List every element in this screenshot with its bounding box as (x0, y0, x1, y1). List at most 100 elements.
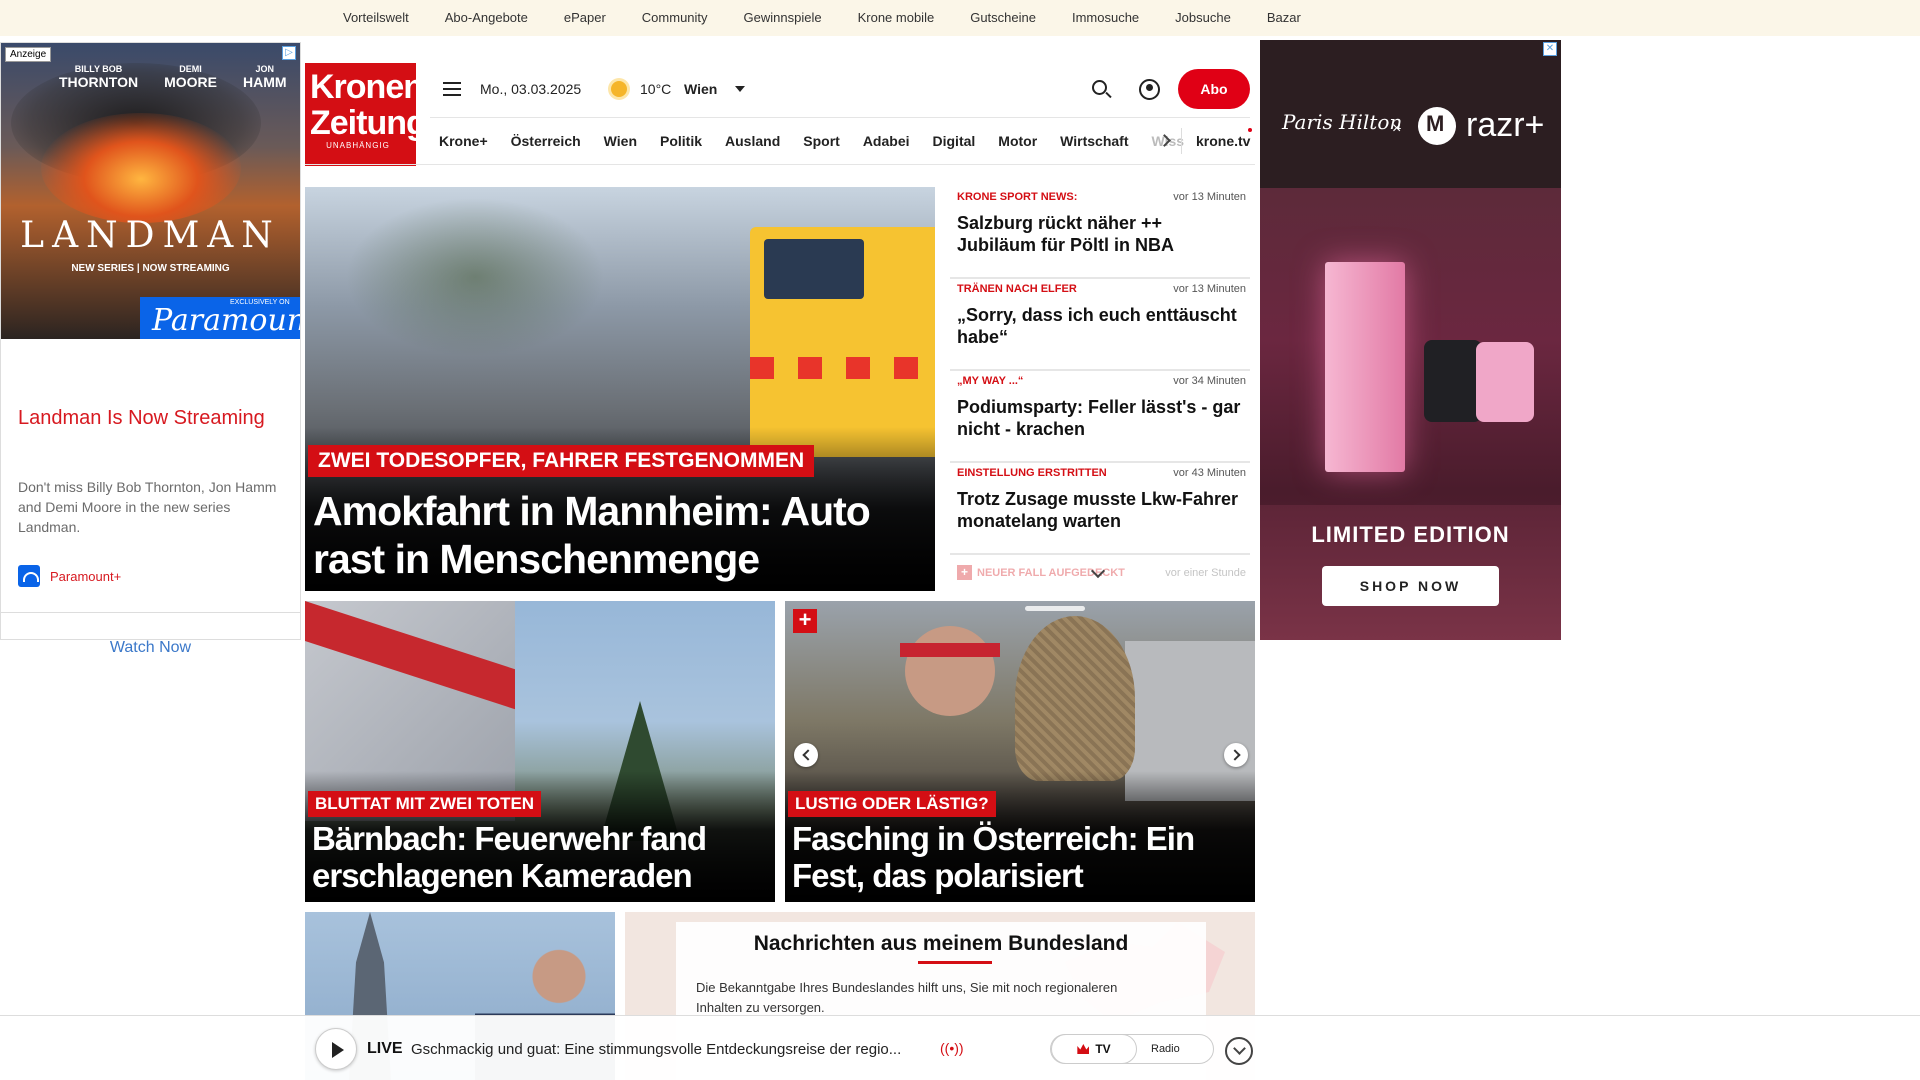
news-item[interactable]: TRÄNEN NACH ELFER vor 13 Minuten „Sorry,… (950, 279, 1250, 371)
card-kicker: LUSTIG ODER LÄSTIG? (788, 791, 996, 817)
news-item[interactable]: „MY WAY ...“ vor 34 Minuten Podiumsparty… (950, 371, 1250, 463)
menu-icon[interactable] (443, 82, 461, 96)
play-button[interactable] (315, 1028, 357, 1070)
service-link-abo-angebote[interactable]: Abo-Angebote (445, 10, 528, 25)
abo-button[interactable]: Abo (1178, 69, 1250, 109)
left-ad[interactable]: Anzeige ▷ BILLY BOB THORNTON DEMI MOORE JO… (0, 42, 301, 656)
story-headline[interactable]: Amokfahrt in Mannheim: Auto rast in Mens… (313, 487, 923, 583)
service-link-gewinnspiele[interactable]: Gewinnspiele (744, 10, 822, 25)
live-label: LIVE (367, 1040, 403, 1057)
bundesland-title: Nachrichten aus meinem Bundesland (753, 932, 1129, 955)
news-title[interactable]: „Sorry, dass ich euch enttäuscht habe“ (957, 304, 1242, 348)
broadcast-icon: ((•)) (940, 1040, 964, 1056)
weather-city[interactable]: Wien (684, 81, 717, 97)
razr-logo: razr+ (1418, 106, 1544, 145)
live-title[interactable]: Gschmackig und guat: Eine stimmungsvolle… (411, 1041, 931, 1058)
news-category: TRÄNEN NACH ELFER (957, 283, 1077, 295)
teaser-card[interactable]: + LUSTIG ODER LÄSTIG? Fasching in Österr… (785, 601, 1255, 902)
slider-prev-button[interactable] (794, 743, 818, 767)
service-link-immosuche[interactable]: Immosuche (1072, 10, 1139, 25)
paramount-badge: EXCLUSIVELY ONParamount+ (140, 297, 300, 339)
service-link-bazar[interactable]: Bazar (1267, 10, 1301, 25)
radio-toggle-option[interactable]: Radio (1151, 1035, 1180, 1063)
card-headline[interactable]: Fasching in Österreich: Ein Fest, das po… (792, 820, 1247, 894)
nav-divider (305, 164, 1255, 165)
live-player-bar: LIVE Gschmackig und guat: Eine stimmungs… (0, 1015, 1920, 1080)
expand-player-icon[interactable] (1225, 1037, 1253, 1065)
news-time: vor 43 Minuten (1173, 467, 1246, 479)
ad-brand[interactable]: Paramount+ (18, 565, 121, 587)
news-title[interactable]: Trotz Zusage musste Lkw-Fahrer monatelan… (957, 488, 1242, 532)
nav-item-sport[interactable]: Sport (803, 133, 840, 149)
krone-plus-icon: + (793, 609, 817, 633)
news-time: vor einer Stunde (1165, 567, 1246, 579)
cast-member: BILLY BOB THORNTON (59, 64, 139, 90)
teaser-card[interactable]: BLUTTAT MIT ZWEI TOTEN Bärnbach: Feuerwe… (305, 601, 775, 902)
news-category: KRONE SPORT NEWS: (957, 191, 1078, 203)
news-time: vor 13 Minuten (1173, 191, 1246, 203)
tv-radio-toggle[interactable]: TV Radio (1050, 1034, 1214, 1064)
service-link-epaper[interactable]: ePaper (564, 10, 606, 25)
header-divider (430, 117, 1250, 118)
nav-item-oesterreich[interactable]: Österreich (511, 133, 581, 149)
paramount-logo-icon (18, 565, 40, 587)
nav-item-politik[interactable]: Politik (660, 133, 702, 149)
nav-item-wirtschaft[interactable]: Wirtschaft (1060, 133, 1128, 149)
product-box-image (1325, 262, 1405, 472)
ad-description: Don't miss Billy Bob Thornton, Jon Hamm … (18, 479, 277, 535)
chevron-down-icon[interactable] (735, 86, 745, 92)
ad-title[interactable]: Landman Is Now Streaming (18, 403, 288, 434)
collab-times: × (1392, 120, 1402, 137)
tv-toggle-option[interactable]: TV (1051, 1034, 1137, 1064)
current-date: Mo., 03.03.2025 (480, 81, 582, 97)
service-link-vorteilswelt[interactable]: Vorteilswelt (343, 10, 409, 25)
news-item[interactable]: KRONE SPORT NEWS: vor 13 Minuten Salzbur… (950, 187, 1250, 279)
service-link-krone-mobile[interactable]: Krone mobile (858, 10, 935, 25)
news-title[interactable]: Salzburg rückt näher ++ Jubiläum für Pöl… (957, 212, 1242, 256)
krone-logo[interactable]: Kronen Zeitung UNABHÄNGIG (305, 63, 427, 166)
phone-pink-image (1476, 342, 1534, 422)
ad-show-title: LANDMAN (20, 215, 281, 256)
adchoices-icon[interactable]: ▷ (282, 46, 296, 60)
krone-tv-link[interactable]: krone.tv (1196, 133, 1250, 149)
temperature: 10°C (640, 81, 672, 97)
sun-icon (611, 81, 627, 97)
service-link-gutscheine[interactable]: Gutscheine (970, 10, 1036, 25)
news-item[interactable]: EINSTELLUNG ERSTRITTEN vor 43 Minuten Tr… (950, 463, 1250, 555)
card-headline[interactable]: Bärnbach: Feuerwehr fand erschlagenen Ka… (312, 820, 767, 894)
service-nav: Vorteilswelt Abo-Angebote ePaper Communi… (343, 10, 1337, 25)
story-kicker: ZWEI TODESOPFER, FAHRER FESTGENOMMEN (308, 445, 815, 477)
slider-progress (1025, 606, 1085, 611)
title-underline (918, 961, 992, 964)
user-account-icon[interactable] (1139, 79, 1160, 100)
adchoices-icon[interactable]: ✕ (1543, 42, 1557, 56)
news-category: „MY WAY ...“ (957, 375, 1024, 387)
nav-item-krone-plus[interactable]: Krone+ (439, 133, 488, 149)
slider-next-button[interactable] (1224, 743, 1248, 767)
live-dot-icon (1248, 128, 1252, 132)
search-icon[interactable] (1092, 80, 1107, 95)
news-title[interactable]: Podiumsparty: Feller lässt's - gar nicht… (957, 396, 1242, 440)
service-link-jobsuche[interactable]: Jobsuche (1175, 10, 1231, 25)
nav-item-adabei[interactable]: Adabei (863, 133, 910, 149)
cast-member: DEMI MOORE (164, 64, 217, 90)
main-story[interactable]: ZWEI TODESOPFER, FAHRER FESTGENOMMEN Amo… (305, 187, 935, 591)
ad-label: Anzeige (5, 47, 52, 62)
nav-item-wien[interactable]: Wien (604, 133, 637, 149)
service-bar: Vorteilswelt Abo-Angebote ePaper Communi… (0, 0, 1920, 36)
nav-item-motor[interactable]: Motor (998, 133, 1037, 149)
card-image-basket (1015, 616, 1135, 781)
right-ad[interactable]: ✕ Paris Hilton × razr+ LIMITED EDITION S… (1260, 40, 1561, 640)
service-link-community[interactable]: Community (642, 10, 708, 25)
nav-item-digital[interactable]: Digital (933, 133, 976, 149)
limited-edition-label: LIMITED EDITION (1311, 522, 1510, 547)
paris-hilton-signature: Paris Hilton (1282, 110, 1403, 134)
nav-item-ausland[interactable]: Ausland (725, 133, 780, 149)
watch-now-button[interactable]: Watch Now (1, 639, 300, 657)
ad-show-subtitle: NEW SERIES | NOW STREAMING (71, 263, 230, 274)
ad-hero-image[interactable]: Anzeige ▷ BILLY BOB THORNTON DEMI MOORE JO… (1, 43, 300, 339)
shop-now-button[interactable]: SHOP NOW (1322, 566, 1499, 606)
category-nav: Krone+ Österreich Wien Politik Ausland S… (439, 133, 1207, 149)
ad-divider (1, 612, 300, 613)
nav-separator (1181, 128, 1182, 154)
